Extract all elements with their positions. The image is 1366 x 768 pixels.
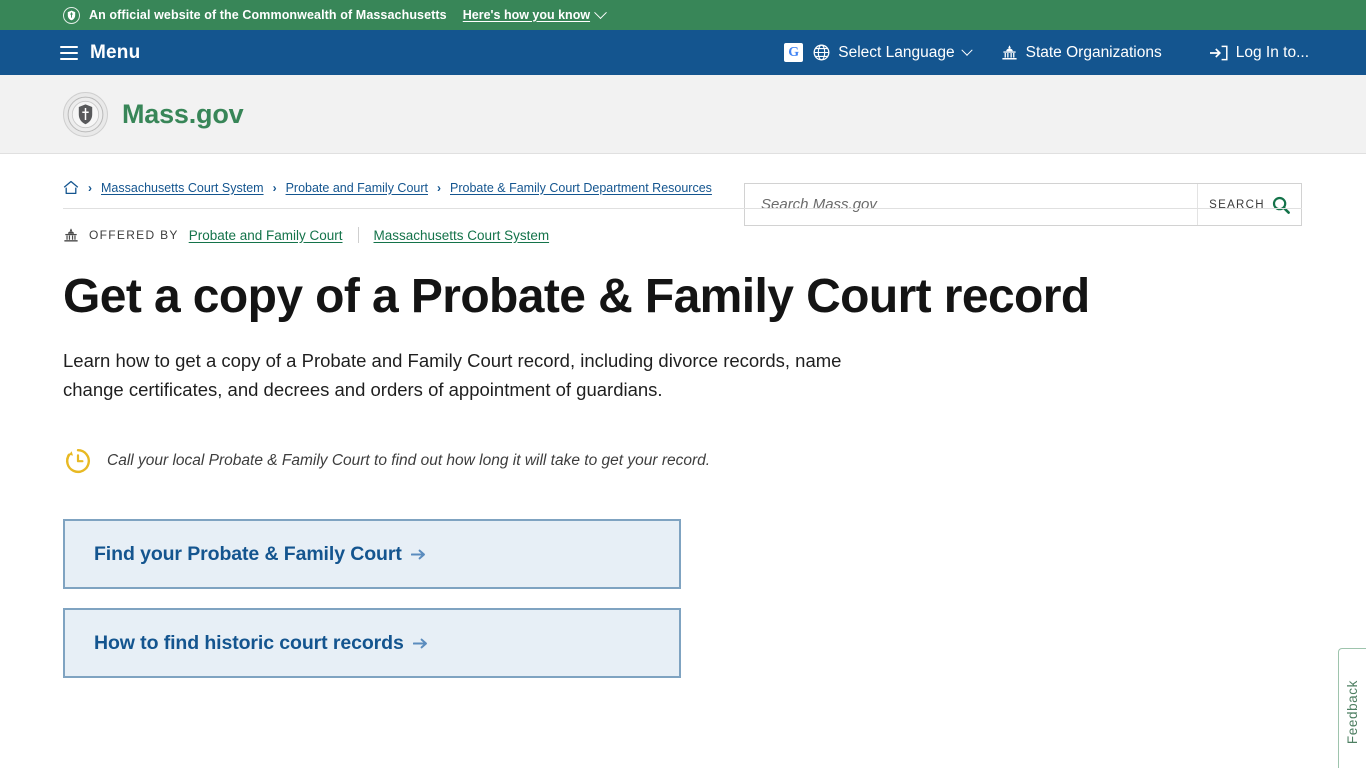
log-in-to-link[interactable]: Log In to...: [1209, 43, 1309, 62]
globe-icon: [813, 44, 830, 61]
chevron-down-icon: [960, 44, 973, 56]
page-description: Learn how to get a copy of a Probate and…: [63, 349, 842, 400]
official-government-banner: An official website of the Commonwealth …: [0, 0, 1366, 30]
offered-by-label: OFFERED BY: [89, 228, 179, 242]
hamburger-icon: [60, 45, 78, 60]
home-icon[interactable]: [63, 180, 79, 195]
page-title: Get a copy of a Probate & Family Court r…: [63, 270, 1090, 323]
offered-by: OFFERED BY Probate and Family Court Mass…: [63, 227, 1303, 243]
action-historic-court-records[interactable]: How to find historic court records: [63, 608, 681, 679]
breadcrumb-item-0[interactable]: Massachusetts Court System: [101, 181, 264, 195]
here-is-how-you-know-label: Here's how you know: [462, 8, 591, 22]
state-organizations-link[interactable]: State Organizations: [1001, 44, 1162, 62]
feedback-tab[interactable]: Feedback: [1338, 648, 1366, 768]
select-language-control[interactable]: G Select Language: [784, 43, 973, 62]
action-find-your-court[interactable]: Find your Probate & Family Court: [63, 519, 681, 590]
site-masthead: Mass.gov SEARCH: [0, 75, 1366, 226]
breadcrumb-item-2[interactable]: Probate & Family Court Department Resour…: [450, 181, 712, 195]
utility-navigation-bar: Menu G Select Language State Organizatio…: [0, 30, 1366, 75]
massachusetts-state-seal-icon: [63, 91, 108, 137]
offered-by-link-1[interactable]: Massachusetts Court System: [374, 228, 550, 243]
breadcrumb-item-1[interactable]: Probate and Family Court: [286, 181, 428, 195]
select-language-label: Select Language: [838, 43, 955, 61]
action-label: How to find historic court records: [94, 631, 404, 654]
state-seal-icon: [63, 6, 80, 24]
log-in-icon: [1209, 45, 1228, 61]
processing-time-notice: Call your local Probate & Family Court t…: [63, 446, 1303, 476]
page-content: › Massachusetts Court System › Probate a…: [0, 154, 1366, 768]
main-menu-button[interactable]: Menu: [60, 42, 140, 64]
clock-duration-icon: [63, 446, 93, 476]
brand-name: Mass.gov: [122, 98, 244, 129]
offered-by-link-0[interactable]: Probate and Family Court: [189, 228, 343, 243]
breadcrumb-separator: ›: [272, 180, 277, 195]
official-banner-text: An official website of the Commonwealth …: [89, 8, 447, 22]
breadcrumb-separator: ›: [437, 180, 441, 195]
arrow-right-icon: [410, 548, 426, 561]
arrow-right-icon: [412, 637, 428, 650]
action-label: Find your Probate & Family Court: [94, 542, 402, 565]
utility-nav-right: G Select Language State Organizations Lo…: [784, 43, 1366, 62]
log-in-label: Log In to...: [1235, 43, 1309, 61]
main-menu-label: Menu: [90, 41, 141, 63]
breadcrumb: › Massachusetts Court System › Probate a…: [63, 154, 1302, 209]
utility-nav-left: Menu: [0, 42, 140, 64]
here-is-how-you-know-toggle[interactable]: Here's how you know: [462, 5, 607, 22]
chevron-down-icon: [594, 5, 607, 19]
processing-time-notice-text: Call your local Probate & Family Court t…: [107, 452, 711, 470]
feedback-tab-label: Feedback: [1345, 679, 1360, 745]
breadcrumb-separator: ›: [88, 180, 92, 195]
state-organizations-label: State Organizations: [1025, 43, 1162, 61]
google-translate-icon: G: [784, 43, 804, 62]
mass-gov-home-link[interactable]: Mass.gov: [0, 91, 244, 137]
offered-by-divider: [357, 227, 359, 243]
capitol-building-icon: [1001, 45, 1018, 60]
action-link-list: Find your Probate & Family Court How to …: [63, 519, 1303, 679]
capitol-building-icon: [63, 228, 79, 242]
